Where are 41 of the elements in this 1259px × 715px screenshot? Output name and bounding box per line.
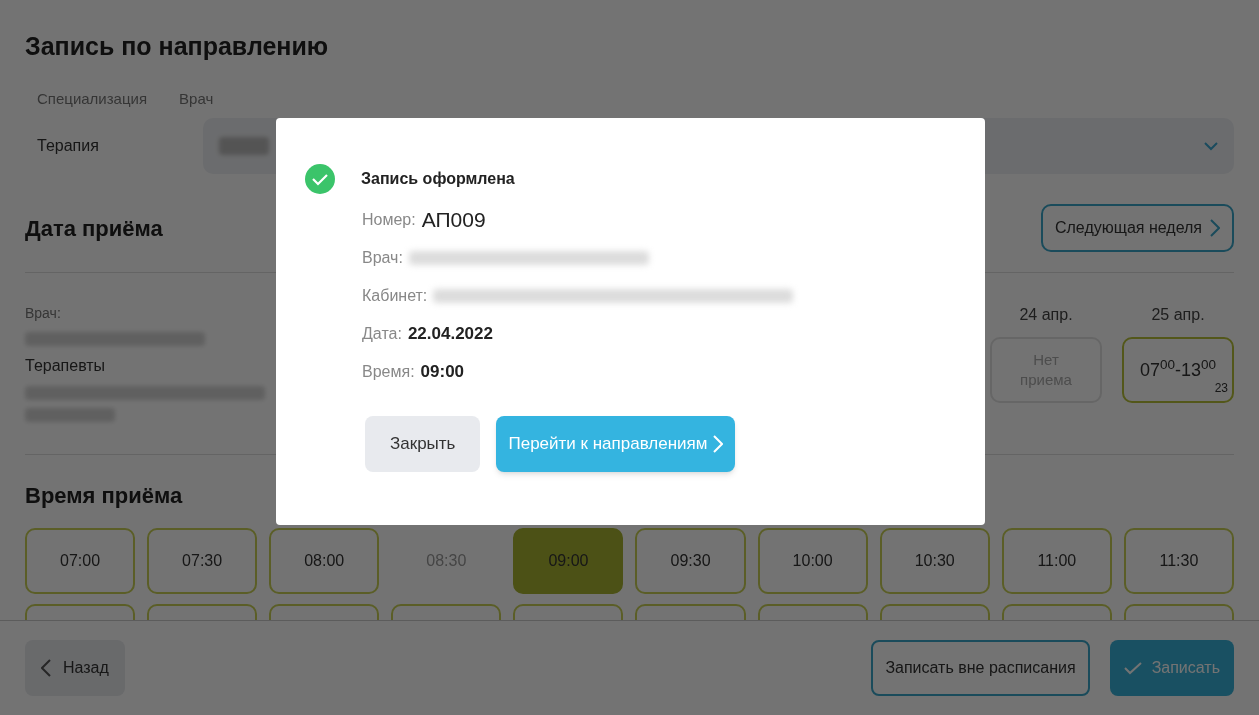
time-slot[interactable]: 07:00	[25, 528, 136, 594]
time-slot[interactable]: 11:30	[1123, 528, 1234, 594]
day-card[interactable]: 07$^{00}$-13$^{00}$ 23	[1122, 337, 1234, 403]
time-slot[interactable]: 09:30	[635, 528, 746, 594]
doctor-label: Врач:	[25, 304, 62, 323]
field-label: Дата:	[362, 324, 402, 344]
field-label: Время:	[362, 362, 415, 382]
day-date: 24 апр.	[1019, 305, 1073, 325]
section-heading: Время приёма	[25, 482, 183, 510]
field-label: Врач:	[362, 248, 403, 268]
day-date: 25 апр.	[1151, 305, 1205, 325]
chevron-right-icon	[1210, 219, 1220, 237]
off-schedule-button[interactable]: Записать вне расписания	[871, 640, 1090, 696]
time-slot[interactable]: 09:00	[513, 528, 624, 594]
chevron-right-icon	[713, 435, 724, 453]
chevron-left-icon	[41, 659, 51, 677]
chevron-down-icon	[1204, 141, 1218, 151]
field-label: Врач	[179, 88, 214, 109]
specialization-value: Терапия	[36, 136, 100, 156]
field-label: Номер:	[362, 210, 416, 230]
page-title: Запись по направлению	[25, 31, 330, 62]
close-button[interactable]: Закрыть	[365, 416, 481, 472]
time-slot[interactable]: 08:00	[269, 528, 380, 594]
next-week-button[interactable]: Следующая неделя	[1040, 204, 1234, 252]
time-slot[interactable]: 11:00	[1001, 528, 1112, 594]
doctor-group: Терапевты	[25, 354, 275, 378]
dialog-title: Запись оформлена	[361, 169, 515, 189]
section-heading: Дата приёма	[25, 214, 163, 243]
redacted-text-block	[219, 137, 269, 155]
field-label: Специализация	[37, 88, 148, 109]
slot-count: 23	[1214, 380, 1228, 397]
time-slot[interactable]: 10:00	[757, 528, 868, 594]
field-value: АП009	[421, 207, 486, 234]
checkmark-icon	[1123, 661, 1142, 675]
time-slot[interactable]: 07:30	[147, 528, 258, 594]
back-button[interactable]: Назад	[25, 640, 125, 696]
time-slot[interactable]: 10:30	[879, 528, 990, 594]
go-to-referrals-button[interactable]: Перейти к направлениям	[496, 416, 736, 472]
field-value: 09:00	[420, 361, 465, 384]
field-label: Кабинет:	[362, 286, 428, 306]
field-value: 22.04.2022	[407, 323, 493, 346]
